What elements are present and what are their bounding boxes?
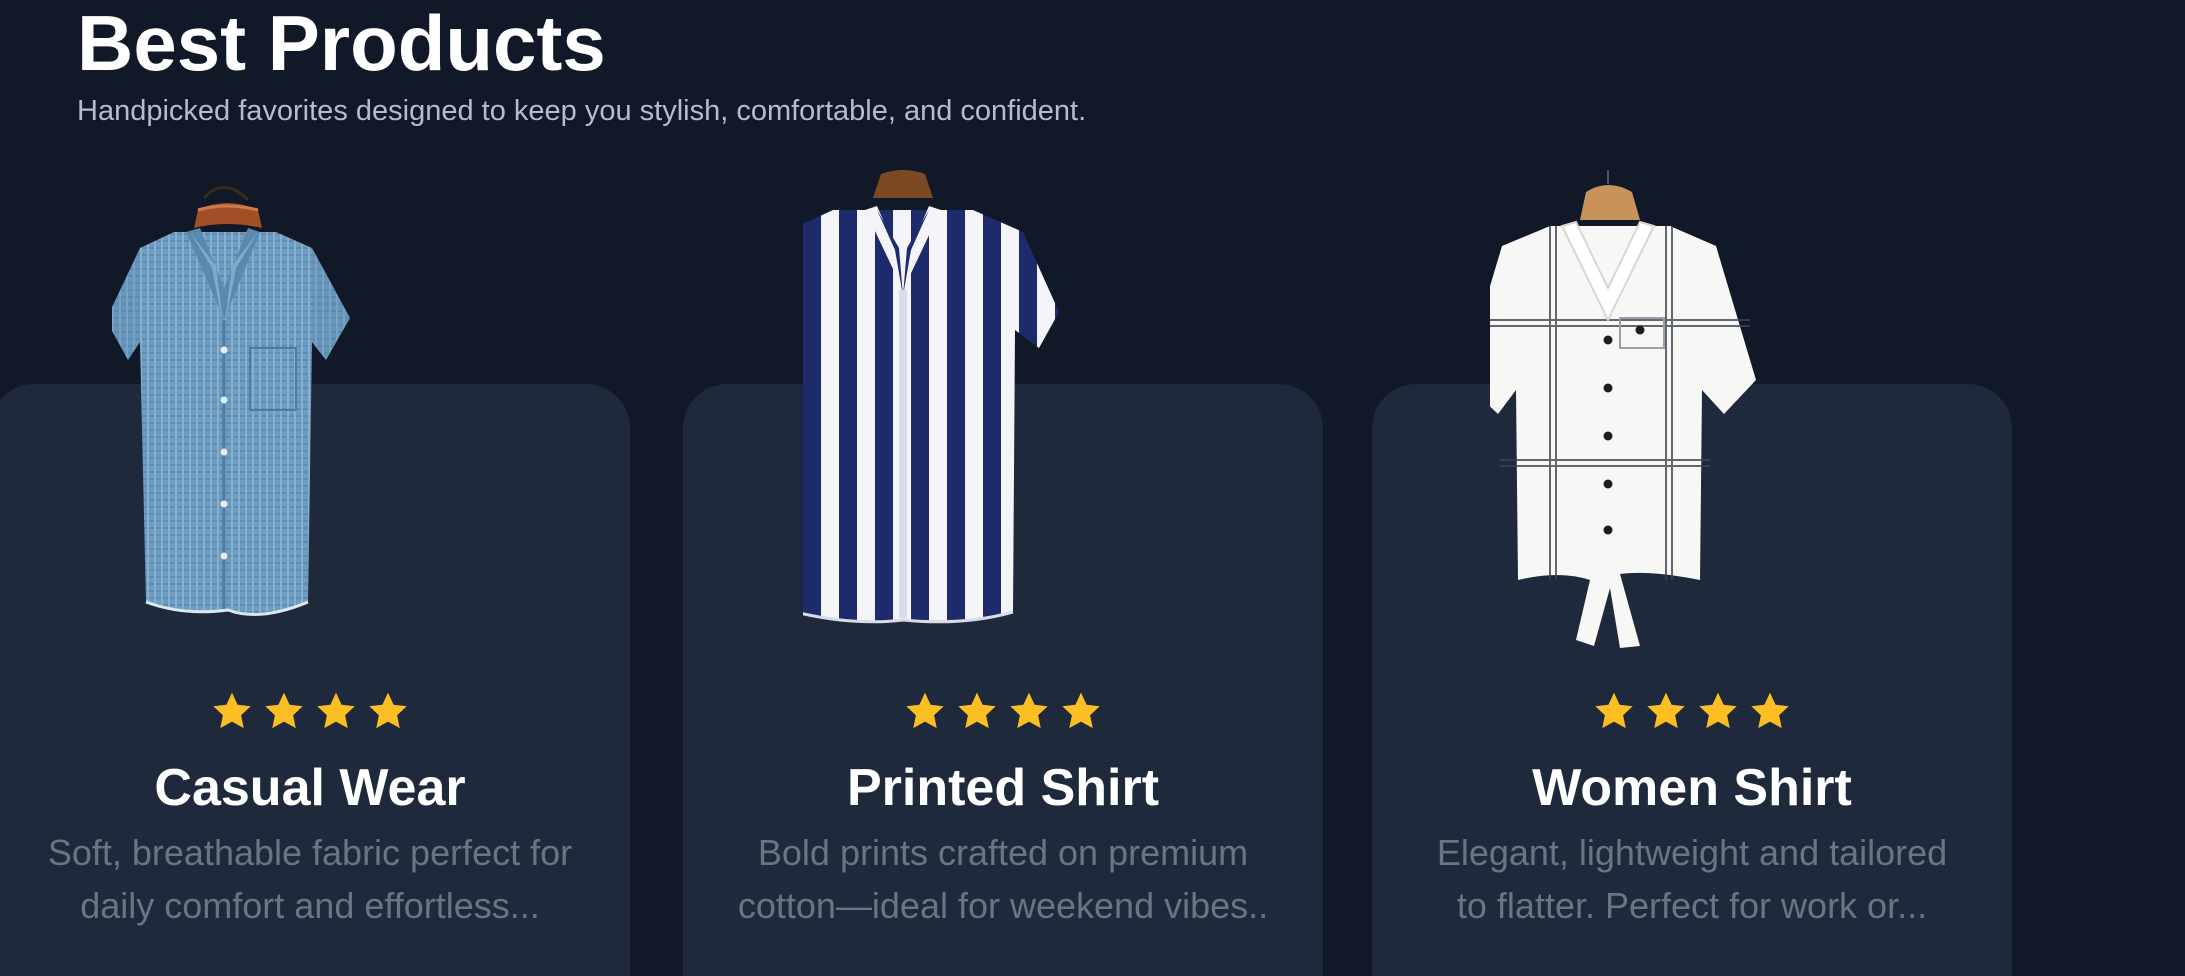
section-subtitle: Handpicked favorites designed to keep yo… [77, 95, 1087, 127]
star-icon [1008, 690, 1050, 732]
star-icon [1749, 690, 1791, 732]
star-icon [1697, 690, 1739, 732]
star-icon [1593, 690, 1635, 732]
product-name[interactable]: Casual Wear [0, 756, 630, 820]
star-icon [211, 690, 253, 732]
rating-stars [1372, 690, 2012, 732]
star-icon [904, 690, 946, 732]
rating-stars [0, 690, 630, 732]
product-name[interactable]: Women Shirt [1372, 756, 2012, 820]
star-icon [263, 690, 305, 732]
product-description-line: Bold prints crafted on premium [757, 832, 1249, 873]
product-description-line: to flatter. Perfect for work or... [1456, 885, 1928, 926]
product-description-line: daily comfort and effortless... [80, 885, 540, 926]
white-plaid-tie-shirt-image[interactable] [1490, 170, 1890, 660]
product-description: Soft, breathable fabric perfect for dail… [30, 826, 590, 932]
product-description: Bold prints crafted on premium cotton—id… [723, 826, 1283, 932]
star-icon [315, 690, 357, 732]
star-icon [1645, 690, 1687, 732]
product-description-line: Elegant, lightweight and tailored [1436, 832, 1948, 873]
blue-textured-shirt-image[interactable] [112, 170, 512, 660]
star-icon [956, 690, 998, 732]
product-description-line: cotton—ideal for weekend vibes.. [737, 885, 1269, 926]
product-description-line: Soft, breathable fabric perfect for [47, 832, 573, 873]
navy-striped-shirt-image[interactable] [803, 170, 1203, 660]
best-products-section: Best Products Handpicked favorites desig… [0, 0, 2185, 976]
section-title: Best Products [77, 0, 606, 87]
product-description: Elegant, lightweight and tailored to fla… [1412, 826, 1972, 932]
rating-stars [683, 690, 1323, 732]
star-icon [1060, 690, 1102, 732]
star-icon [367, 690, 409, 732]
product-name[interactable]: Printed Shirt [683, 756, 1323, 820]
